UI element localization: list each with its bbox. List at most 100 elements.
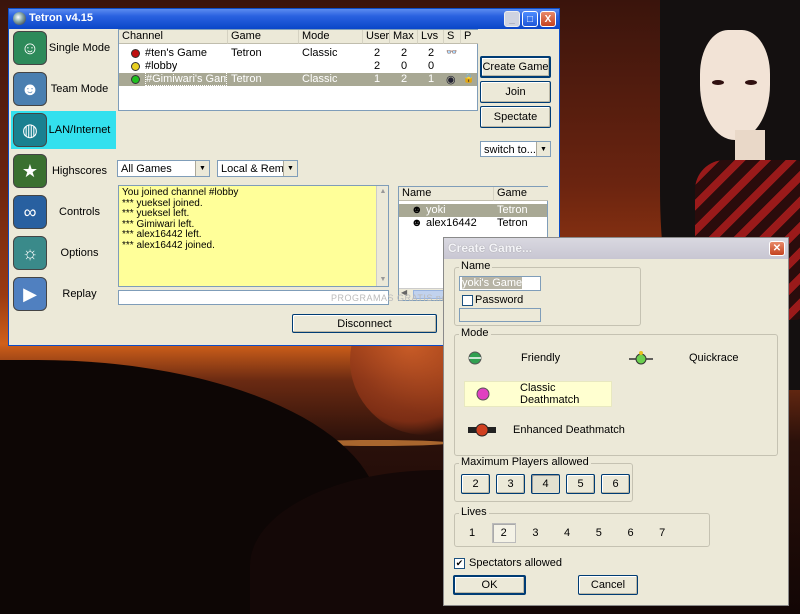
password-input[interactable] (459, 308, 541, 322)
cell-user: 2 (374, 47, 381, 59)
nav-item-label: Team Mode (50, 83, 109, 95)
column-header-channel[interactable]: Channel (119, 30, 228, 44)
cell-lvs: 1 (428, 73, 435, 85)
max-players-group: Maximum Players allowed 23456 (454, 456, 633, 502)
scroll-down-icon[interactable]: ▼ (377, 274, 389, 286)
title-bar[interactable]: Tetron v4.15 _ □ X (9, 9, 559, 29)
column-header-user-game[interactable]: Game (494, 187, 548, 201)
chevron-down-icon[interactable]: ▼ (283, 161, 297, 176)
lives-option[interactable]: 1 (460, 523, 484, 543)
chat-scrollbar[interactable]: ▲ ▼ (376, 186, 388, 286)
lives-option[interactable]: 2 (491, 523, 516, 543)
game-filter-select[interactable]: All Games ▼ (117, 160, 210, 177)
nav-item-lan-internet[interactable]: ◍ LAN/Internet (11, 111, 116, 149)
column-header-mode[interactable]: Mode (299, 30, 363, 44)
nav-item-options[interactable]: ☼ Options (11, 234, 116, 272)
table-row[interactable]: #Gimiwari's Game Tetron Classic 1 2 1 ◉ 🔒 (119, 72, 477, 86)
nav-item-replay[interactable]: ▶ Replay (11, 275, 116, 313)
cell-channel: #lobby (145, 60, 178, 72)
max-players-option[interactable]: 6 (601, 474, 630, 494)
maximize-button[interactable]: □ (522, 11, 538, 27)
spectators-checkbox[interactable]: ✔ (454, 558, 465, 569)
mode-classic-deathmatch[interactable]: Classic Deathmatch (464, 381, 612, 407)
max-players-buttons: 23456 (461, 474, 631, 496)
nav-item-label: Single Mode (48, 42, 111, 54)
table-row[interactable]: #ten's Game Tetron Classic 2 2 2 👓 (119, 47, 477, 60)
glasses-icon: 👓 (446, 47, 458, 57)
cell-user: 2 (374, 60, 381, 72)
lives-option[interactable]: 3 (523, 523, 547, 543)
chat-lines: You joined channel #lobby *** yueksel joi… (122, 187, 385, 251)
spectate-button[interactable]: Spectate (480, 106, 551, 128)
chevron-down-icon[interactable]: ▼ (536, 142, 550, 156)
enhanced-deathmatch-icon (468, 423, 496, 437)
create-game-button[interactable]: Create Game (480, 56, 551, 78)
cell-lvs: 2 (428, 47, 435, 59)
cell-channel: #Gimiwari's Game (145, 72, 227, 86)
column-header-password[interactable]: P (461, 30, 478, 44)
cell-mode: Classic (302, 47, 338, 59)
lives-buttons: 1234567 (460, 523, 708, 545)
mode-enhanced-deathmatch-label: Enhanced Deathmatch (513, 424, 625, 436)
quickrace-icon (629, 351, 653, 365)
list-item[interactable]: ☻ alex16442 Tetron (399, 217, 547, 230)
lives-option[interactable]: 4 (555, 523, 579, 543)
dialog-title-bar[interactable]: Create Game... (444, 238, 788, 259)
chat-log[interactable]: You joined channel #lobby *** yueksel joi… (118, 185, 389, 287)
lives-option[interactable]: 7 (650, 523, 674, 543)
game-name-input[interactable]: yoki's Game (459, 276, 541, 291)
column-header-name[interactable]: Name (399, 187, 494, 201)
lives-group-label: Lives (459, 506, 489, 518)
chevron-down-icon[interactable]: ▼ (195, 161, 209, 176)
ok-button[interactable]: OK (453, 575, 526, 595)
mode-friendly[interactable]: Friendly (467, 345, 607, 371)
status-dot-icon (131, 75, 140, 84)
nav-item-single-mode[interactable]: ☺ Single Mode (11, 29, 116, 67)
location-filter-select[interactable]: Local & Remote ▼ (217, 160, 298, 177)
mode-quickrace[interactable]: Quickrace (627, 345, 767, 371)
mode-enhanced-deathmatch[interactable]: Enhanced Deathmatch (467, 417, 627, 443)
nav-item-label: LAN/Internet (48, 124, 111, 136)
nav-item-label: Highscores (51, 165, 108, 177)
password-checkbox[interactable] (462, 295, 473, 306)
max-players-option[interactable]: 4 (531, 474, 560, 494)
max-players-option[interactable]: 2 (461, 474, 490, 494)
spectators-label: Spectators allowed (469, 557, 562, 569)
character-eye (712, 80, 724, 85)
column-header-max[interactable]: Max (390, 30, 418, 44)
nav-item-controls[interactable]: ∞ Controls (11, 193, 116, 231)
user-game: Tetron (497, 217, 528, 229)
column-header-lives[interactable]: Lvs (418, 30, 444, 44)
nav-item-team-mode[interactable]: ☻ Team Mode (11, 70, 116, 108)
cell-mode: Classic (302, 73, 338, 85)
scroll-up-icon[interactable]: ▲ (377, 186, 389, 198)
nav-item-highscores[interactable]: ★ Highscores (11, 152, 116, 190)
minimize-button[interactable]: _ (504, 11, 520, 27)
switch-to-select[interactable]: switch to... ▼ (480, 141, 551, 157)
disconnect-button[interactable]: Disconnect (292, 314, 437, 333)
character-face (700, 30, 770, 140)
channel-table[interactable]: Channel Game Mode User Max Lvs S P #ten'… (118, 29, 478, 111)
close-button[interactable]: X (540, 11, 556, 27)
nav-item-label: Controls (59, 206, 100, 218)
column-header-user[interactable]: User (363, 30, 390, 44)
mode-classic-deathmatch-label: Classic Deathmatch (520, 382, 580, 406)
friendly-icon (468, 351, 482, 365)
controls-icon: ∞ (13, 195, 47, 229)
lives-option[interactable]: 5 (587, 523, 611, 543)
join-button[interactable]: Join (480, 81, 551, 103)
lives-option[interactable]: 6 (619, 523, 643, 543)
cancel-button[interactable]: Cancel (578, 575, 638, 595)
name-group-label: Name (459, 260, 493, 272)
column-header-spectate[interactable]: S (444, 30, 461, 44)
max-players-option[interactable]: 3 (496, 474, 525, 494)
dialog-close-button[interactable]: ✕ (769, 241, 785, 256)
switch-to-value: switch to... (484, 144, 536, 156)
column-header-game[interactable]: Game (228, 30, 299, 44)
window-title: Tetron v4.15 (29, 12, 93, 24)
max-players-option[interactable]: 5 (566, 474, 595, 494)
chat-line: You joined channel #lobby (122, 187, 239, 198)
list-item[interactable]: ☻ yoki Tetron (399, 204, 547, 217)
cell-channel: #ten's Game (145, 47, 208, 59)
mode-quickrace-label: Quickrace (689, 352, 739, 364)
